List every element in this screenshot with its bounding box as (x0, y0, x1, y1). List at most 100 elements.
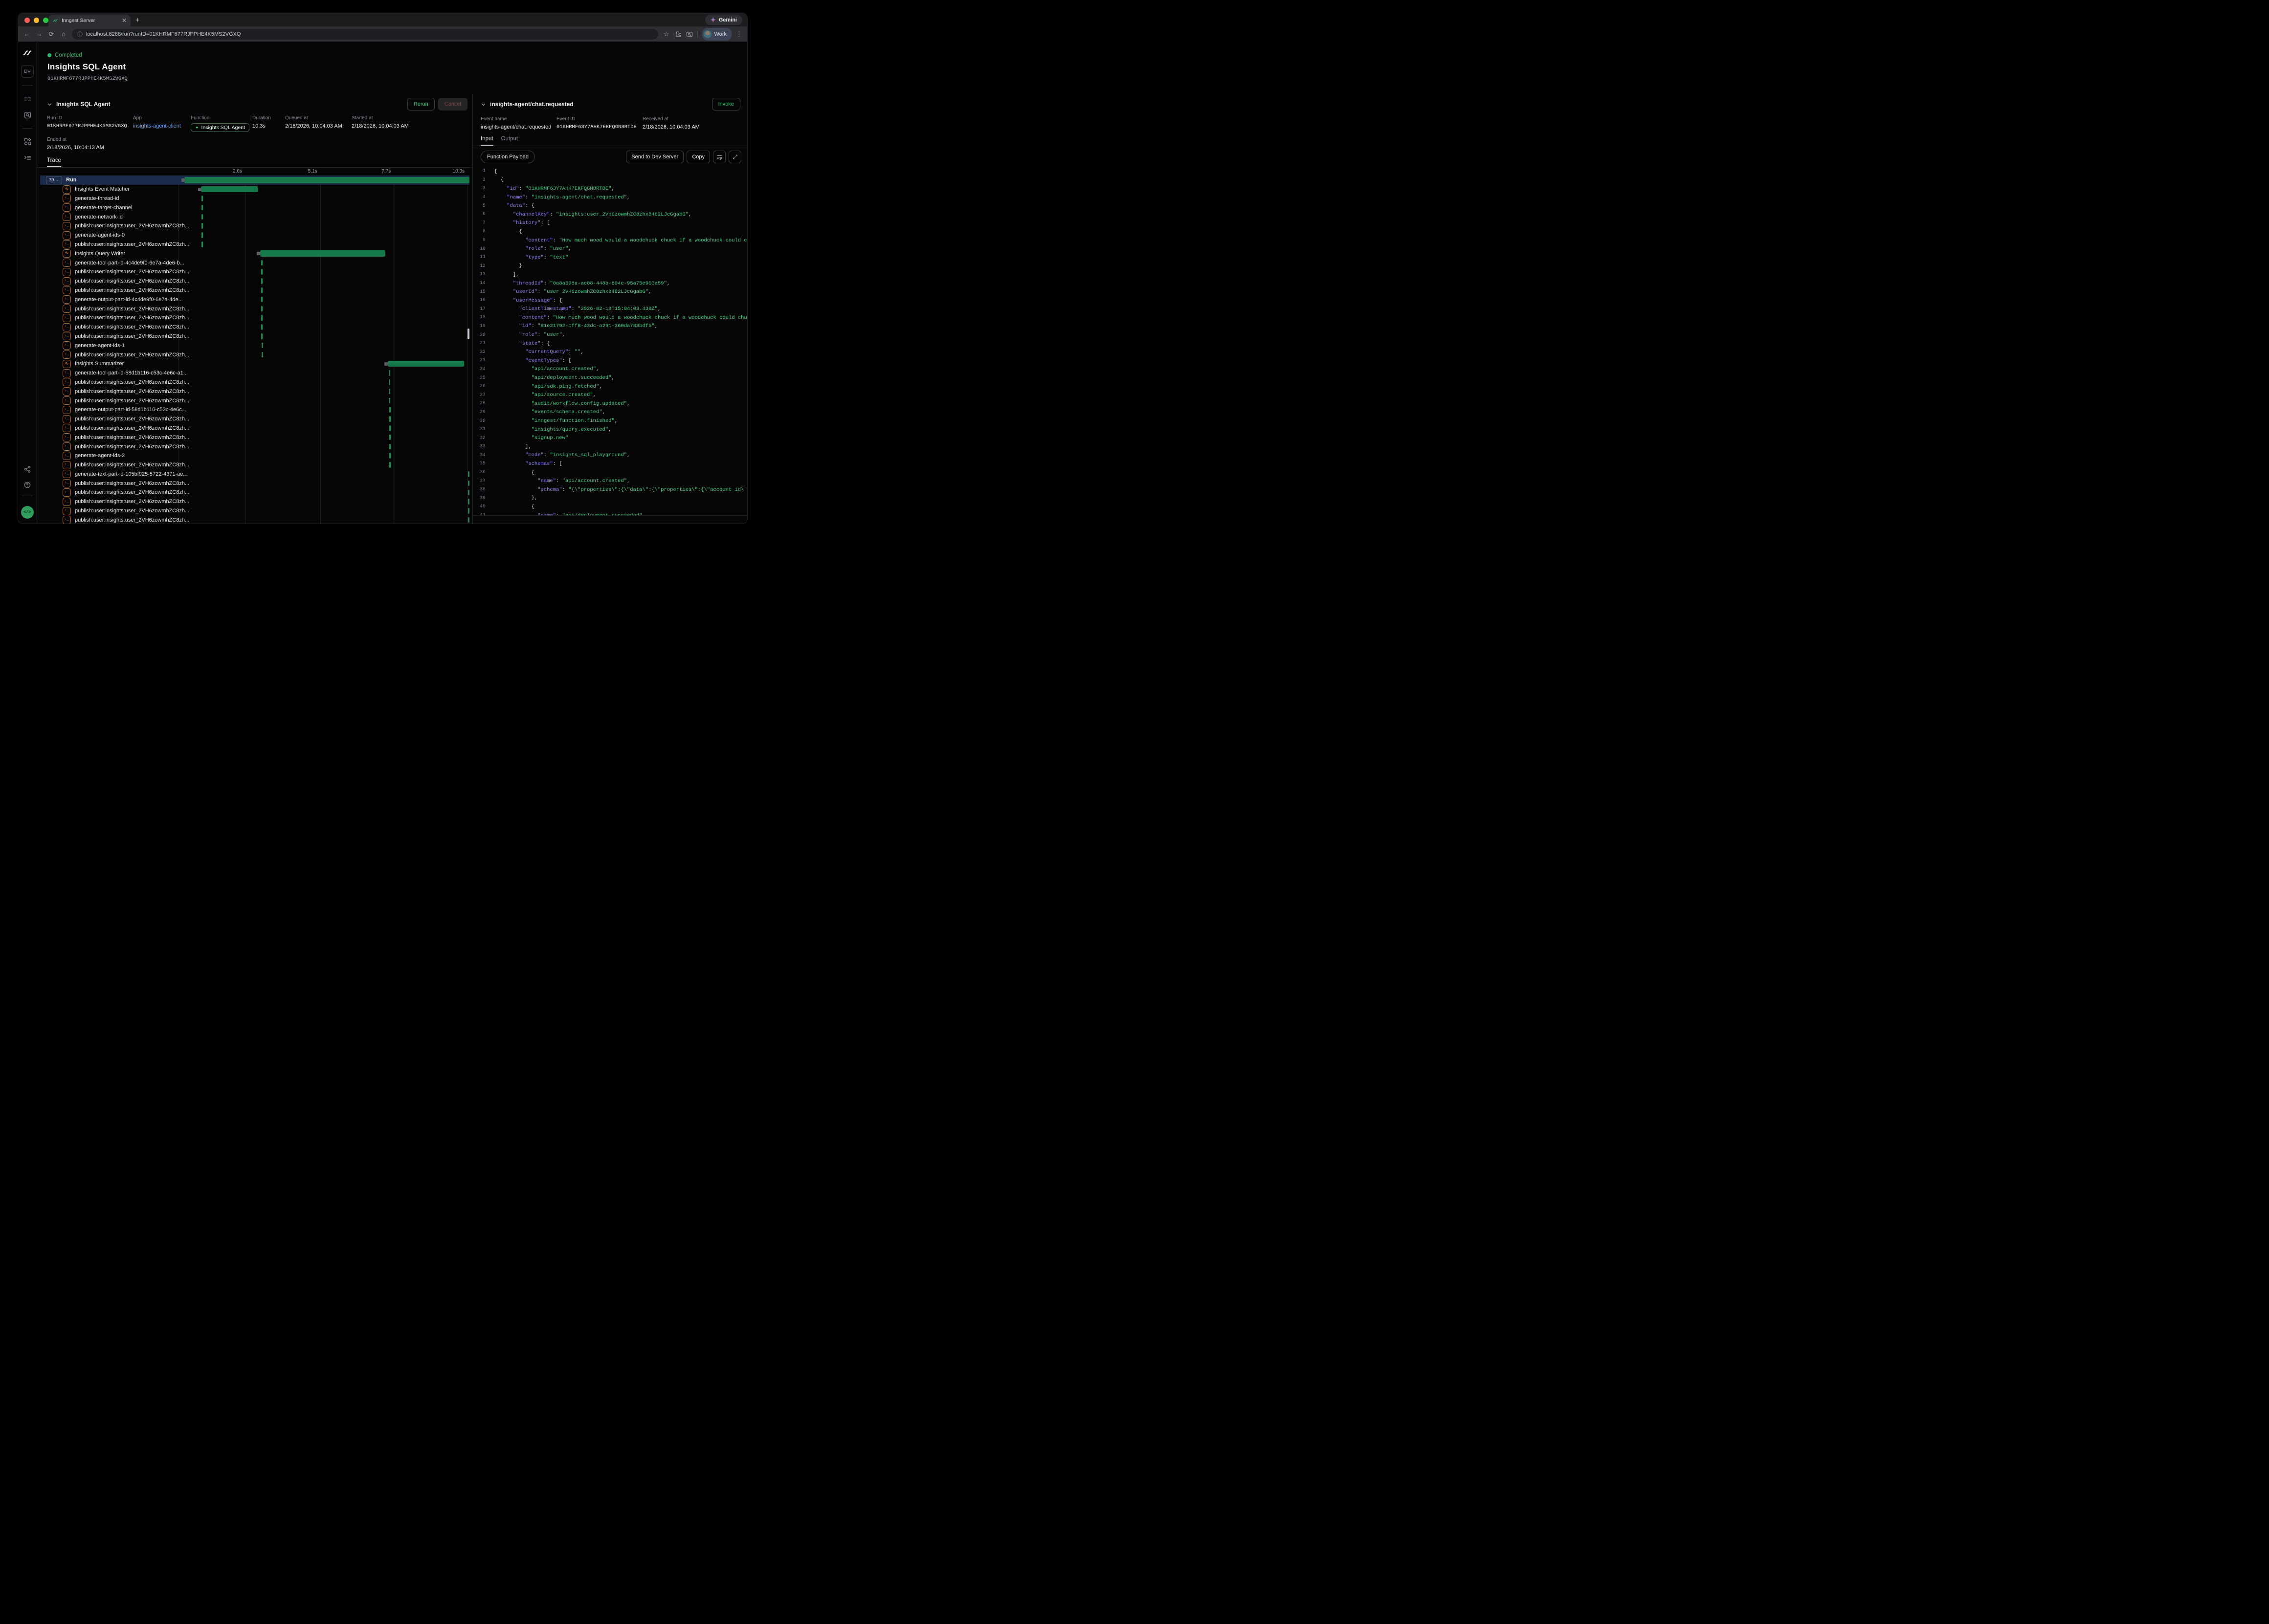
trace-row[interactable]: ›_ publish:user:insights:user_2VH6zowmhZ… (40, 221, 469, 231)
back-icon[interactable]: ← (23, 30, 31, 38)
duration-tick[interactable] (261, 306, 263, 312)
minimize-window-button[interactable] (34, 18, 39, 23)
duration-tick[interactable] (201, 196, 203, 201)
trace-row[interactable]: ›_ publish:user:insights:user_2VH6zowmhZ… (40, 277, 469, 286)
invoke-button[interactable]: Invoke (712, 98, 740, 110)
trace-row[interactable]: ›_ publish:user:insights:user_2VH6zowmhZ… (40, 442, 469, 451)
trace-row[interactable]: ›_ generate-tool-part-id-58d1b116-c53c-4… (40, 369, 469, 378)
duration-tick[interactable] (389, 407, 391, 413)
tab-input[interactable]: Input (481, 136, 493, 146)
trace-row[interactable]: ›_ generate-output-part-id-58d1b116-c53c… (40, 405, 469, 415)
help-icon[interactable] (23, 481, 31, 489)
runs-icon[interactable] (23, 95, 32, 103)
trace-row[interactable]: ›_ publish:user:insights:user_2VH6zowmhZ… (40, 323, 469, 332)
trace-row[interactable]: ›_ publish:user:insights:user_2VH6zowmhZ… (40, 497, 469, 506)
trace-row[interactable]: ›_ publish:user:insights:user_2VH6zowmhZ… (40, 286, 469, 295)
duration-tick[interactable] (261, 269, 263, 275)
function-payload-pill[interactable]: Function Payload (481, 151, 535, 163)
trace-row[interactable]: ∿ Insights Summarizer (40, 359, 469, 369)
trace-row[interactable]: ∿ Insights Query Writer (40, 249, 469, 258)
trace-row[interactable]: ›_ publish:user:insights:user_2VH6zowmhZ… (40, 332, 469, 341)
duration-tick[interactable] (262, 352, 263, 358)
close-tab-icon[interactable]: ✕ (122, 18, 127, 23)
trace-row[interactable]: ›_ publish:user:insights:user_2VH6zowmhZ… (40, 387, 469, 396)
word-wrap-icon[interactable] (713, 151, 726, 163)
site-info-icon[interactable]: ⓘ (77, 30, 83, 38)
maximize-window-button[interactable] (43, 18, 48, 23)
duration-tick[interactable] (261, 287, 263, 293)
trace-row[interactable]: ›_ publish:user:insights:user_2VH6zowmhZ… (40, 424, 469, 433)
duration-tick[interactable] (389, 370, 390, 376)
terminal-list-icon[interactable] (23, 154, 32, 162)
duration-tick[interactable] (261, 278, 263, 284)
trace-row[interactable]: ›_ publish:user:insights:user_2VH6zowmhZ… (40, 313, 469, 323)
extensions-icon[interactable] (675, 31, 682, 38)
inngest-logo-icon[interactable] (22, 47, 33, 58)
forward-icon[interactable]: → (35, 30, 43, 38)
trace-row[interactable]: ›_ generate-agent-ids-1 (40, 341, 469, 350)
trace-row[interactable]: ›_ generate-output-part-id-4c4de9f0-6e7a… (40, 295, 469, 304)
duration-tick[interactable] (389, 462, 391, 468)
function-badge[interactable]: ✦Insights SQL Agent (191, 123, 249, 132)
duration-tick[interactable] (201, 232, 203, 238)
trace-row[interactable]: ›_ publish:user:insights:user_2VH6zowmhZ… (40, 350, 469, 359)
duration-tick[interactable] (389, 416, 391, 422)
window-controls[interactable] (24, 18, 48, 23)
home-icon[interactable]: ⌂ (60, 30, 67, 38)
tab-search-icon[interactable] (686, 31, 693, 38)
payload-code[interactable]: 1 [ 2 { 3 "id": "01KHRMF63Y7AHK7EKFQGN8R… (473, 167, 747, 516)
reload-icon[interactable]: ⟳ (47, 30, 55, 38)
dev-mode-button[interactable]: </> (21, 506, 34, 519)
trace-row[interactable]: ›_ publish:user:insights:user_2VH6zowmhZ… (40, 479, 469, 488)
duration-tick[interactable] (201, 241, 203, 247)
address-bar[interactable]: ⓘ localhost:8288/run?runID=01KHRMF677RJP… (72, 29, 658, 40)
close-window-button[interactable] (24, 18, 30, 23)
trace-row[interactable]: ›_ publish:user:insights:user_2VH6zowmhZ… (40, 506, 469, 516)
duration-bar[interactable] (184, 177, 469, 183)
duration-tick[interactable] (262, 343, 263, 349)
event-section-header[interactable]: insights-agent/chat.requested (481, 101, 574, 108)
tab-output[interactable]: Output (501, 136, 518, 146)
copy-button[interactable]: Copy (687, 151, 710, 163)
duration-tick[interactable] (389, 453, 391, 459)
trace-row[interactable]: ›_ generate-agent-ids-0 (40, 231, 469, 240)
trace-row[interactable]: ›_ publish:user:insights:user_2VH6zowmhZ… (40, 304, 469, 313)
trace-row[interactable]: ›_ publish:user:insights:user_2VH6zowmhZ… (40, 433, 469, 442)
profile-button[interactable]: Work (702, 28, 732, 41)
duration-bar[interactable] (388, 361, 465, 367)
duration-bar[interactable] (260, 250, 385, 257)
trace-row[interactable]: ›_ generate-target-channel (40, 203, 469, 212)
browser-tab[interactable]: Inngest Server ✕ (48, 15, 131, 26)
duration-tick[interactable] (261, 297, 263, 303)
trace-row[interactable]: ›_ publish:user:insights:user_2VH6zowmhZ… (40, 267, 469, 277)
duration-bar[interactable] (201, 186, 258, 193)
duration-tick[interactable] (261, 333, 263, 339)
menu-dots-icon[interactable]: ⋮ (736, 30, 742, 38)
child-count-badge[interactable]: 39⌄ (46, 176, 62, 184)
duration-tick[interactable] (261, 324, 263, 330)
duration-tick[interactable] (201, 214, 203, 220)
trace-row[interactable]: ›_ publish:user:insights:user_2VH6zowmhZ… (40, 515, 469, 524)
trace-row[interactable]: ∿ Insights Event Matcher (40, 185, 469, 194)
gemini-button[interactable]: Gemini (705, 15, 742, 25)
duration-tick[interactable] (201, 205, 203, 211)
cancel-button[interactable]: Cancel (438, 98, 467, 110)
app-link[interactable]: insights-agent-client (133, 123, 191, 129)
trace-row[interactable]: ›_ publish:user:insights:user_2VH6zowmhZ… (40, 415, 469, 424)
duration-tick[interactable] (389, 444, 391, 450)
trace-row[interactable]: ›_ publish:user:insights:user_2VH6zowmhZ… (40, 378, 469, 387)
expand-icon[interactable]: ⤢ (729, 151, 741, 163)
duration-tick[interactable] (389, 389, 390, 395)
duration-tick[interactable] (201, 223, 203, 229)
trace-section-header[interactable]: Insights SQL Agent (47, 101, 111, 108)
trace-row[interactable]: ›_ generate-thread-id (40, 194, 469, 203)
duration-tick[interactable] (261, 260, 263, 266)
url-text[interactable]: localhost:8288/run?runID=01KHRMF677RJPPH… (86, 31, 241, 37)
trace-row[interactable]: ›_ publish:user:insights:user_2VH6zowmhZ… (40, 488, 469, 497)
duration-tick[interactable] (261, 315, 263, 321)
trace-scrollbar-thumb[interactable] (467, 329, 469, 339)
duration-tick[interactable] (468, 471, 469, 477)
trace-row[interactable]: ›_ generate-tool-part-id-4c4de9f0-6e7a-4… (40, 258, 469, 267)
duration-tick[interactable] (468, 481, 469, 486)
send-to-dev-server-button[interactable]: Send to Dev Server (626, 151, 684, 163)
